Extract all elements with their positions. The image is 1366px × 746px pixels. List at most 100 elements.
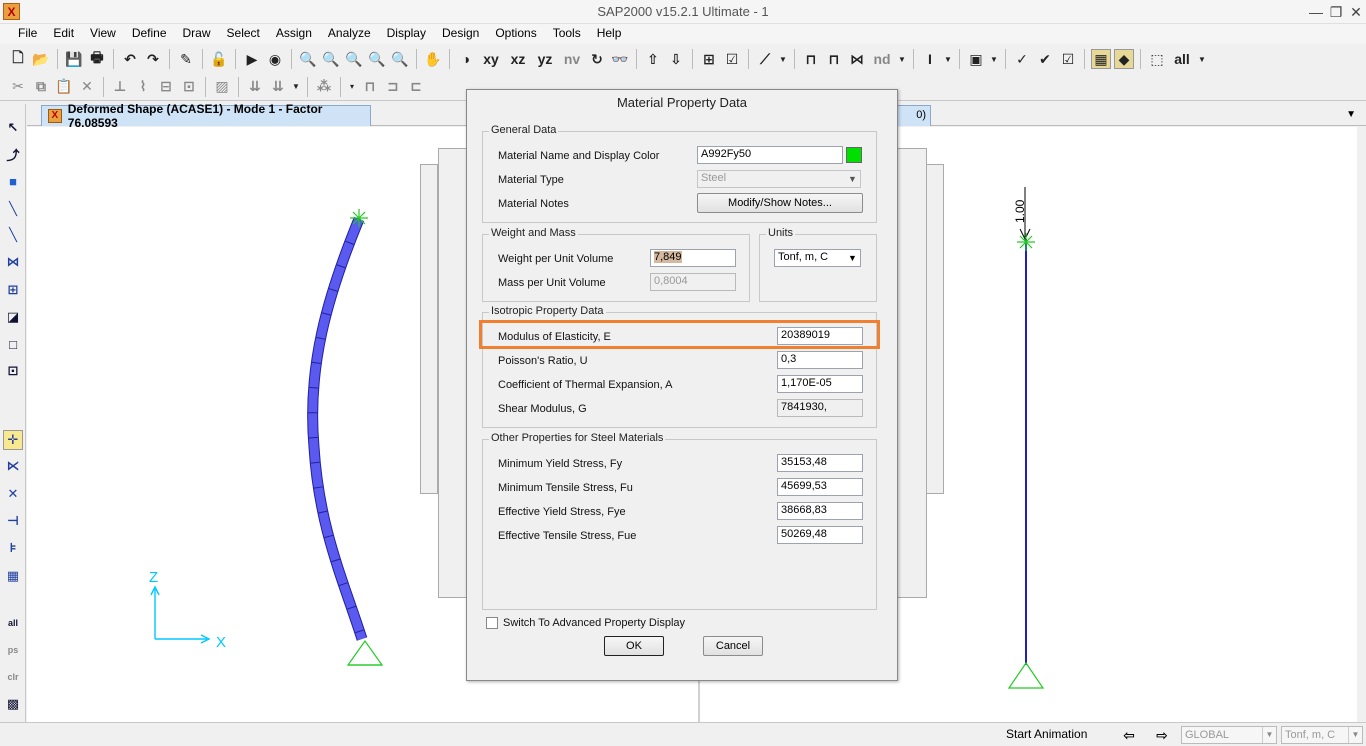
cancel-button[interactable]: Cancel — [703, 636, 763, 656]
draw-joint-icon[interactable]: ■ — [3, 171, 23, 191]
zoom-restore-icon[interactable]: 🔍 — [321, 49, 341, 69]
dropdown-arrow-icon[interactable]: ▼ — [943, 49, 953, 69]
dropdown-arrow-icon[interactable]: ▼ — [989, 49, 999, 69]
frame-sections-icon[interactable]: ⊟ — [156, 77, 176, 97]
print-icon[interactable]: 🖶 — [87, 49, 107, 69]
material-type-select[interactable]: Steel ▼ — [697, 170, 861, 188]
menu-file[interactable]: File — [10, 24, 45, 44]
open-folder-icon[interactable]: 📂 — [31, 49, 51, 69]
dropdown-arrow-icon[interactable]: ▼ — [778, 49, 788, 69]
check-design-icon[interactable]: ✓ — [1012, 49, 1032, 69]
eff-yield-stress-input[interactable]: 38668,83 — [777, 502, 863, 520]
menu-select[interactable]: Select — [219, 24, 268, 44]
menu-view[interactable]: View — [82, 24, 124, 44]
xy-view-button[interactable]: xy — [479, 49, 503, 69]
quick-draw-area-icon[interactable]: ⊡ — [3, 361, 23, 381]
menu-display[interactable]: Display — [379, 24, 434, 44]
i-beam-section-icon[interactable]: I — [920, 49, 940, 69]
poissons-ratio-input[interactable]: 0,3 — [777, 351, 863, 369]
select-cross-icon[interactable]: ✕ — [3, 484, 23, 504]
save-icon[interactable]: 💾 — [64, 49, 84, 69]
advanced-display-checkbox[interactable] — [486, 617, 498, 629]
frame-loads-icon[interactable]: ⇊ — [268, 77, 288, 97]
check-all-icon[interactable]: ✔ — [1035, 49, 1055, 69]
area-sections-icon[interactable]: ▨ — [212, 77, 232, 97]
cut-icon[interactable]: ✂ — [8, 77, 28, 97]
select-intersecting-icon[interactable]: ⋉ — [3, 456, 23, 476]
show-deformed-icon[interactable]: ⊐ — [383, 77, 403, 97]
clear-selection-button[interactable]: clr — [3, 667, 23, 687]
show-forces-icon[interactable]: ⊏ — [406, 77, 426, 97]
dropdown-arrow-icon[interactable]: ▼ — [291, 77, 301, 97]
verify-icon[interactable]: ☑ — [1058, 49, 1078, 69]
nd-button[interactable]: nd — [870, 49, 894, 69]
run-analysis-icon[interactable]: ▶ — [242, 49, 262, 69]
units-status-select[interactable]: Tonf, m, C ▼ — [1281, 726, 1363, 744]
more-arrow-icon[interactable]: ▾ — [347, 77, 357, 97]
display-monitor-icon[interactable]: ▣ — [966, 49, 986, 69]
frame-releases-icon[interactable]: ⊡ — [179, 77, 199, 97]
set-display-options-icon[interactable]: ☑ — [722, 49, 742, 69]
ok-button[interactable]: OK — [604, 636, 664, 656]
dropdown-arrow-icon[interactable]: ▼ — [897, 49, 907, 69]
close-button[interactable]: ✕ — [1346, 3, 1366, 21]
units-select[interactable]: Tonf, m, C ▼ — [774, 249, 861, 267]
redo-icon[interactable]: ↷ — [143, 49, 163, 69]
weight-per-volume-input[interactable]: 7,849 — [650, 249, 736, 267]
draw-rect-area-icon[interactable]: □ — [3, 334, 23, 354]
draw-frame-icon[interactable]: ╲ — [3, 199, 23, 219]
select-all-left-button[interactable]: all — [3, 613, 23, 633]
zoom-in-icon[interactable]: 🔍 — [344, 49, 364, 69]
yz-view-button[interactable]: yz — [533, 49, 557, 69]
xz-view-button[interactable]: xz — [506, 49, 530, 69]
select-pointer-icon[interactable]: ✛ — [3, 430, 23, 450]
min-yield-stress-input[interactable]: 35153,48 — [777, 454, 863, 472]
joint-loads-icon[interactable]: ⇊ — [245, 77, 265, 97]
menu-assign[interactable]: Assign — [268, 24, 320, 44]
zoom-out-icon[interactable]: 🔍 — [367, 49, 387, 69]
menu-help[interactable]: Help — [589, 24, 630, 44]
nv-view-button[interactable]: nv — [560, 49, 584, 69]
select-window-icon[interactable]: ⊧ — [3, 538, 23, 558]
undo-icon[interactable]: ↶ — [120, 49, 140, 69]
group-icon[interactable]: ⁂ — [314, 77, 334, 97]
copy-icon[interactable]: ⧉ — [31, 77, 51, 97]
minimize-button[interactable]: — — [1306, 3, 1326, 21]
coordinate-system-select[interactable]: GLOBAL ▼ — [1181, 726, 1277, 744]
next-mode-icon[interactable]: ⇨ — [1149, 726, 1175, 744]
previous-mode-icon[interactable]: ⇦ — [1116, 726, 1142, 744]
lock-icon[interactable]: 🔓 — [209, 49, 229, 69]
tab-deformed-shape[interactable]: X Deformed Shape (ACASE1) - Mode 1 - Fac… — [41, 102, 371, 130]
thermal-expansion-input[interactable]: 1,170E-05 — [777, 375, 863, 393]
pointer-icon[interactable]: ↖ — [3, 118, 23, 138]
select-line-icon[interactable]: ⊣ — [3, 511, 23, 531]
run-now-icon[interactable]: ◉ — [265, 49, 285, 69]
vertical-scrollbar[interactable] — [1357, 127, 1366, 722]
snap-options-icon[interactable]: ⟋ — [755, 49, 775, 69]
select-dashed-icon[interactable]: ⬚ — [1147, 49, 1167, 69]
zoom-window-icon[interactable]: 🔍 — [298, 49, 318, 69]
maximize-button[interactable]: ❐ — [1326, 3, 1346, 21]
menu-define[interactable]: Define — [124, 24, 175, 44]
pan-hand-icon[interactable]: ✋ — [423, 49, 443, 69]
frame-member-icon[interactable]: ⊓ — [801, 49, 821, 69]
rotate-view-icon[interactable]: ↻ — [587, 49, 607, 69]
invert-selection-icon[interactable]: ▩ — [3, 694, 23, 714]
previous-selection-button[interactable]: ps — [3, 640, 23, 660]
reshape-icon[interactable]: ⤴ — [3, 144, 23, 164]
display-color-swatch[interactable] — [846, 147, 862, 163]
object-shrink-icon[interactable]: ⊞ — [699, 49, 719, 69]
modify-show-notes-button[interactable]: Modify/Show Notes... — [697, 193, 863, 213]
material-name-input[interactable]: A992Fy50 — [697, 146, 843, 164]
quick-draw-frame-icon[interactable]: ╲ — [3, 225, 23, 245]
draw-secondary-beams-icon[interactable]: ⊞ — [3, 280, 23, 300]
menu-analyze[interactable]: Analyze — [320, 24, 379, 44]
zoom-previous-icon[interactable]: 🔍 — [390, 49, 410, 69]
menu-options[interactable]: Options — [487, 24, 544, 44]
joint-restraints-icon[interactable]: ⊥ — [110, 77, 130, 97]
delete-icon[interactable]: ✕ — [77, 77, 97, 97]
paste-icon[interactable]: 📋 — [54, 77, 74, 97]
grid-lines-icon[interactable]: ▦ — [1091, 49, 1111, 69]
select-all-button[interactable]: all — [1170, 49, 1194, 69]
eff-tensile-stress-input[interactable]: 50269,48 — [777, 526, 863, 544]
